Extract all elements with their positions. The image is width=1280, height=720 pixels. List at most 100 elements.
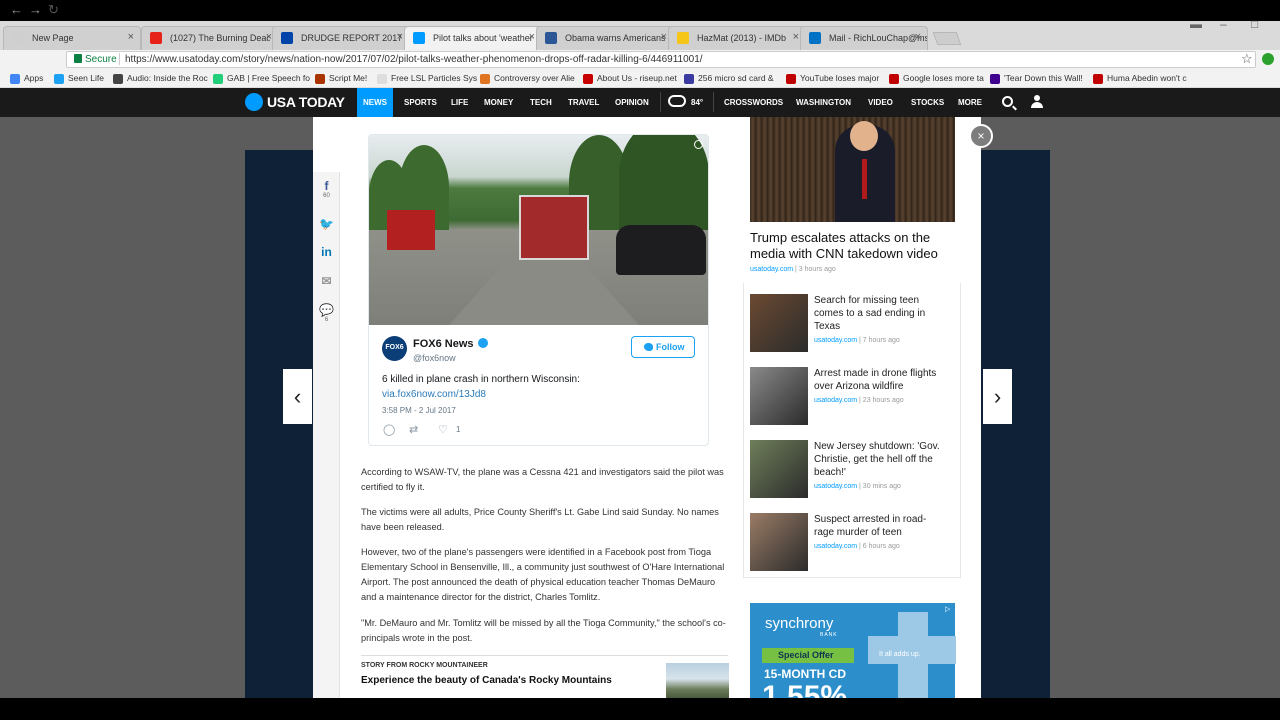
nav-item-tech[interactable]: TECH	[530, 88, 552, 117]
bookmark-item[interactable]: Audio: Inside the Roc	[113, 73, 208, 84]
browser-tab[interactable]: Mail - RichLouChap@ms ×	[800, 26, 928, 50]
ad-product: 15-MONTH CD	[764, 667, 847, 681]
hero-story-image[interactable]	[750, 117, 955, 222]
bookmark-item[interactable]: Seen Life	[54, 73, 104, 84]
sponsored-story-thumbnail[interactable]	[666, 663, 729, 698]
nav-item-more[interactable]: MORE	[958, 88, 982, 117]
facebook-share-button[interactable]: f 60	[313, 179, 340, 199]
browser-tab[interactable]: DRUDGE REPORT 2017® ×	[272, 26, 410, 50]
nav-item-washington[interactable]: WASHINGTON	[796, 88, 851, 117]
story-source[interactable]: usatoday.com	[750, 266, 793, 273]
rail-story-title[interactable]: New Jersey shutdown: 'Gov. Christie, get…	[814, 440, 944, 479]
browser-tab[interactable]: Obama warns Americans ×	[536, 26, 674, 50]
tweet-author-name[interactable]: FOX6 News	[413, 338, 474, 350]
linkedin-share-button[interactable]: in	[313, 245, 340, 259]
bookmark-item[interactable]: Apps	[10, 73, 43, 84]
close-overlay-button[interactable]: ×	[969, 124, 993, 148]
bookmark-item[interactable]: 'Tear Down this Wall!	[990, 73, 1083, 84]
rail-story-title[interactable]: Arrest made in drone flights over Arizon…	[814, 367, 944, 393]
search-icon[interactable]	[1002, 96, 1013, 107]
bookmark-item[interactable]: About Us - riseup.net	[583, 73, 677, 84]
info-icon[interactable]	[694, 140, 703, 149]
nav-item-opinion[interactable]: OPINION	[615, 88, 649, 117]
twitter-share-button[interactable]: 🐦	[313, 217, 340, 231]
story-source[interactable]: usatoday.com	[814, 543, 857, 550]
tweet-photo[interactable]	[369, 135, 708, 325]
nav-item-news[interactable]: NEWS	[357, 88, 393, 117]
temperature[interactable]: 84°	[691, 98, 703, 107]
rail-story-thumbnail[interactable]	[750, 440, 808, 498]
bookmark-item[interactable]: Controversy over Alie	[480, 73, 575, 84]
bookmark-label: Controversy over Alie	[494, 73, 575, 83]
nav-item-life[interactable]: LIFE	[451, 88, 468, 117]
next-story-button[interactable]: ›	[983, 369, 1012, 424]
screen: New Page × (1027) The Burning Dead × DRUDGE …	[0, 0, 1280, 720]
browser-tab[interactable]: (1027) The Burning Dead ×	[141, 26, 279, 50]
bookmark-item[interactable]: 256 micro sd card &	[684, 73, 774, 84]
nav-item-travel[interactable]: TRAVEL	[568, 88, 599, 117]
adchoices-icon[interactable]: ▷	[945, 605, 950, 613]
nav-item-sports[interactable]: SPORTS	[404, 88, 437, 117]
tab-title: Obama warns Americans	[565, 33, 665, 43]
cloud-icon[interactable]	[668, 95, 686, 107]
minimize-icon[interactable]: –	[1220, 17, 1227, 31]
retweet-icon[interactable]: ⇄	[409, 423, 418, 436]
rail-story-meta: usatoday.com | 6 hours ago	[814, 543, 900, 550]
usatoday-logo-icon[interactable]	[245, 93, 263, 111]
reload-icon[interactable]: ↻	[48, 2, 59, 18]
user-icon[interactable]	[1031, 95, 1043, 109]
close-tab-icon[interactable]: ×	[793, 31, 799, 43]
browser-tab[interactable]: New Page ×	[3, 26, 141, 50]
bookmark-item[interactable]: Script Me!	[315, 73, 367, 84]
close-tab-icon[interactable]: ×	[529, 31, 535, 43]
tweet-timestamp[interactable]: 3:58 PM - 2 Jul 2017	[382, 406, 456, 415]
story-source[interactable]: usatoday.com	[814, 337, 857, 344]
site-logo[interactable]: USA TODAY	[267, 94, 345, 110]
reply-icon[interactable]: ◯	[383, 423, 395, 436]
story-source[interactable]: usatoday.com	[814, 483, 857, 490]
maximize-icon[interactable]: □	[1251, 17, 1258, 31]
rail-story-title[interactable]: Suspect arrested in road-rage murder of …	[814, 513, 944, 539]
bookmark-item[interactable]: Free LSL Particles Sys	[377, 73, 478, 84]
close-tab-icon[interactable]: ×	[128, 31, 134, 43]
previous-story-button[interactable]: ‹	[283, 369, 312, 424]
rail-story-thumbnail[interactable]	[750, 294, 808, 352]
tweet-author-handle[interactable]: @fox6now	[413, 353, 456, 363]
close-tab-icon[interactable]: ×	[661, 31, 667, 43]
bookmark-item[interactable]: Huma Abedin won't c	[1093, 73, 1187, 84]
tweet-link[interactable]: via.fox6now.com/13Jd8	[382, 389, 486, 400]
close-tab-icon[interactable]: ×	[397, 31, 403, 43]
story-source[interactable]: usatoday.com	[814, 397, 857, 404]
bookmark-item[interactable]: YouTube loses major	[786, 73, 879, 84]
favicon-icon	[12, 32, 24, 44]
url-text[interactable]: https://www.usatoday.com/story/news/nati…	[125, 54, 703, 65]
nav-item-video[interactable]: VIDEO	[868, 88, 893, 117]
rail-story-title[interactable]: Search for missing teen comes to a sad e…	[814, 294, 944, 333]
secure-label: Secure	[85, 54, 117, 65]
bookmark-item[interactable]: Google loses more ta	[889, 73, 984, 84]
new-tab-button[interactable]	[932, 32, 962, 45]
bookmark-label: Free LSL Particles Sys	[391, 73, 478, 83]
close-tab-icon[interactable]: ×	[915, 31, 921, 43]
like-icon[interactable]: ♡	[438, 423, 448, 436]
nav-item-stocks[interactable]: STOCKS	[911, 88, 944, 117]
bookmark-star-icon[interactable]: ☆	[1241, 51, 1253, 67]
email-share-button[interactable]: ✉	[313, 274, 340, 288]
browser-tab[interactable]: HazMat (2013) - IMDb ×	[668, 26, 806, 50]
hero-story-title[interactable]: Trump escalates attacks on the media wit…	[750, 230, 960, 262]
browser-tab[interactable]: Pilot talks about 'weather ×	[404, 26, 542, 50]
sponsored-story-title[interactable]: Experience the beauty of Canada's Rocky …	[361, 675, 612, 686]
bookmark-item[interactable]: GAB | Free Speech fo	[213, 73, 310, 84]
rail-story-thumbnail[interactable]	[750, 513, 808, 571]
comments-button[interactable]: 💬 6	[313, 303, 340, 323]
forward-icon[interactable]: →	[29, 2, 42, 17]
bookmark-favicon-icon	[10, 74, 20, 84]
extension-icon[interactable]	[1262, 53, 1274, 65]
nav-item-money[interactable]: MONEY	[484, 88, 513, 117]
avatar[interactable]: FOX6	[382, 336, 407, 361]
nav-item-crosswords[interactable]: CROSSWORDS	[724, 88, 783, 117]
follow-button[interactable]: Follow	[631, 336, 695, 358]
back-icon[interactable]: ←	[10, 2, 23, 17]
profile-icon[interactable]: ▬	[1190, 17, 1202, 31]
rail-story-thumbnail[interactable]	[750, 367, 808, 425]
